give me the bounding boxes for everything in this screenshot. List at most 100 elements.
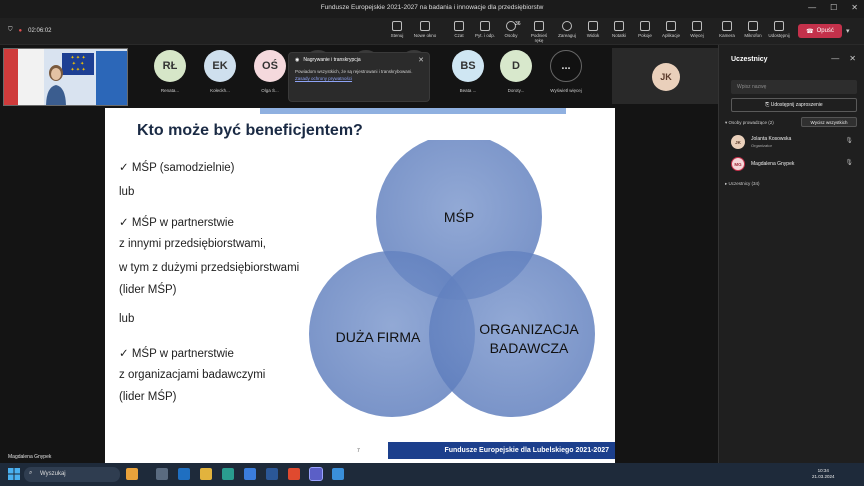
phone-icon: ☎: [806, 28, 814, 35]
notification-title: Nagrywanie i transkrypcja: [303, 57, 361, 63]
participant-tile[interactable]: BS Beata ...: [448, 50, 488, 93]
hand-button[interactable]: Podnieś rękę: [526, 21, 552, 43]
notification-body: Powiadom wszystkich, że są rejestrowani …: [295, 68, 423, 82]
speaker-figure: [46, 65, 66, 105]
word-icon[interactable]: [266, 468, 278, 480]
avatar: JK: [731, 135, 745, 149]
stage-button[interactable]: Stenuj: [384, 21, 410, 38]
slide-page-number: 7: [357, 448, 360, 454]
notes-button[interactable]: Notatki: [606, 21, 632, 38]
mute-all-button[interactable]: Wycisz wszystkich: [801, 117, 857, 127]
minimize-icon[interactable]: —: [808, 3, 816, 12]
apps-button[interactable]: Aplikacje: [658, 21, 684, 38]
slide-header-bar: [260, 108, 566, 114]
minimize-icon[interactable]: —: [831, 54, 839, 63]
tool-label: Kamera: [719, 33, 735, 38]
participant-row[interactable]: MG Magdalena Gnypek 🎙: [729, 156, 859, 174]
tool-label: Podnieś rękę: [530, 33, 548, 43]
maximize-icon[interactable]: ☐: [830, 3, 837, 12]
teams-icon[interactable]: [309, 467, 323, 481]
close-icon[interactable]: ✕: [849, 54, 856, 63]
share-button[interactable]: Udostępnij: [766, 21, 792, 38]
stage-icon: [392, 21, 402, 31]
avatar: JK: [652, 63, 680, 91]
organizers-section-toggle[interactable]: ▾ Osoby prowadzące (2): [725, 120, 774, 126]
windows-start-icon[interactable]: [8, 468, 20, 480]
privacy-link[interactable]: Zasady ochrony prywatności: [295, 76, 352, 81]
view-button[interactable]: Widok: [580, 21, 606, 38]
store-icon[interactable]: [244, 468, 256, 480]
participants-panel: Uczestnicy — ✕ Wpisz nazwę ⎘ Udostępnij …: [718, 45, 864, 463]
window-controls: — ☐ ✕: [808, 3, 858, 12]
camera-button[interactable]: Kamera: [714, 21, 740, 38]
file-explorer-icon[interactable]: [200, 468, 212, 480]
mic-icon: [748, 21, 758, 31]
qa-button[interactable]: Pyt. i odp.: [472, 21, 498, 38]
slide-list-item: z organizacjami badawczymi: [119, 369, 266, 381]
taskbar: ⌕ Wyszukaj 10:34 21.03.2024: [0, 463, 864, 486]
taskbar-search-label: Wyszukaj: [40, 471, 66, 477]
tool-label: Widok: [586, 33, 600, 38]
slide-list-item: (lider MŚP): [119, 391, 177, 403]
window-button[interactable]: Nowe okno: [412, 21, 438, 38]
hand-icon: [534, 21, 544, 31]
tool-label: Notatki: [611, 33, 626, 38]
participant-tile[interactable]: D Doroty...: [496, 50, 536, 93]
avatar: D: [500, 50, 532, 82]
mic-button[interactable]: Mikrofon: [740, 21, 766, 38]
participant-tile[interactable]: OŚ Olga Ś...: [250, 50, 290, 93]
panel-title: Uczestnicy: [731, 56, 768, 63]
participant-tile[interactable]: EK Kołeckh...: [200, 50, 240, 93]
view-icon: [588, 21, 598, 31]
venn-label-right-line2: BADAWCZA: [490, 340, 569, 356]
avatar: ...: [550, 50, 582, 82]
participant-search-input[interactable]: Wpisz nazwę: [731, 80, 857, 94]
speaker-video[interactable]: ✦ ✦ ✦ ✦ ✦ ✦ ✦ ✦: [3, 48, 128, 106]
participant-tile[interactable]: ... Wyświetl więcej: [546, 50, 586, 93]
rooms-button[interactable]: Pokoje: [632, 21, 658, 38]
app-icon[interactable]: [332, 468, 344, 480]
chrome-icon[interactable]: [288, 468, 300, 480]
window-title: Fundusze Europejskie 2021-2027 na badani…: [320, 4, 544, 11]
participant-tile[interactable]: RŁ Renata...: [150, 50, 190, 93]
chat-button[interactable]: Czat: [446, 21, 472, 38]
edge-icon[interactable]: [222, 468, 234, 480]
tool-label: Udostępnij: [768, 33, 790, 38]
panel-controls: — ✕: [831, 54, 856, 63]
close-icon[interactable]: ✕: [418, 56, 424, 64]
react-icon: [562, 21, 572, 31]
share-invite-button[interactable]: ⎘ Udostępnij zaproszenie: [731, 98, 857, 112]
participant-name: Magdalena Gnypek: [751, 161, 795, 167]
avatar: EK: [204, 50, 236, 82]
venn-diagram: MŚP DUŻA FIRMA ORGANIZACJA BADAWCZA: [309, 140, 595, 417]
tool-label: Zareaguj: [558, 33, 576, 38]
venn-label-left: DUŻA FIRMA: [336, 328, 421, 345]
people-button[interactable]: Osoby 36: [498, 21, 524, 38]
participant-row[interactable]: JK Jolanta Kosowska Organizator 🎙: [729, 134, 859, 152]
attendees-section-toggle[interactable]: ▸ Uczestnicy (34): [725, 181, 760, 187]
leave-options-icon[interactable]: ▾: [846, 27, 850, 35]
camera-icon: [722, 21, 732, 31]
outlook-icon[interactable]: [178, 468, 190, 480]
slide-list-item: lub: [119, 186, 135, 198]
recording-notification[interactable]: ◉ Nagrywanie i transkrypcja Powiadom wsz…: [288, 52, 430, 102]
widgets-icon[interactable]: [126, 468, 138, 480]
shield-icon: ⛉: [8, 27, 13, 33]
close-icon[interactable]: ✕: [851, 3, 858, 12]
shared-slide: Kto może być beneficjentem? ✓ MŚP (samod…: [105, 108, 615, 464]
taskbar-search[interactable]: ⌕ Wyszukaj: [24, 467, 120, 482]
react-button[interactable]: Zareaguj: [554, 21, 580, 38]
system-clock[interactable]: 10:34 21.03.2024: [812, 468, 835, 480]
notes-icon: [614, 21, 624, 31]
flag-white-graphic: [18, 49, 44, 105]
more-button[interactable]: Więcej: [684, 21, 710, 38]
chat-icon: [454, 21, 464, 31]
participant-name: Renata...: [160, 88, 180, 93]
task-view-icon[interactable]: [156, 468, 168, 480]
tool-label: Stenuj: [390, 33, 404, 38]
leave-label: Opuść: [816, 28, 834, 34]
notification-text: Powiadom wszystkich, że są rejestrowani …: [295, 69, 413, 74]
speaker-name-tag: Magdalena Gnypek: [8, 454, 52, 460]
apps-icon: [666, 21, 676, 31]
leave-button[interactable]: ☎ Opuść: [798, 24, 842, 38]
